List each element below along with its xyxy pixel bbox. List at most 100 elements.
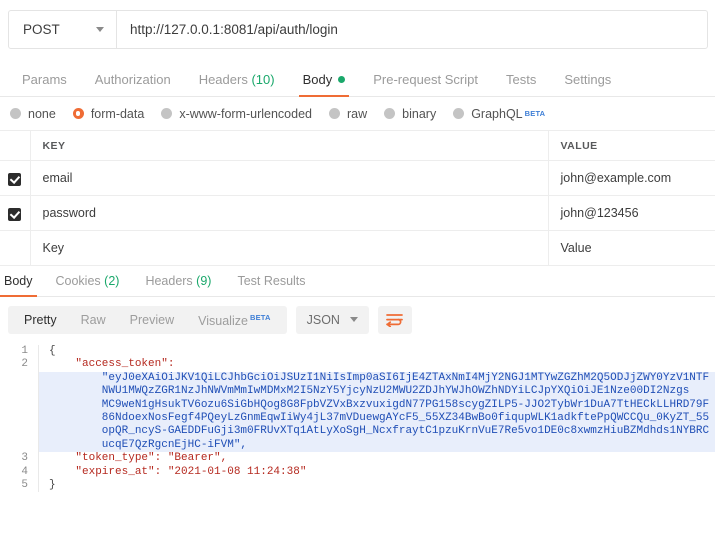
chevron-down-icon [96,27,104,32]
line-number: 2 [0,358,38,371]
code-line-row: 5 } [0,479,715,492]
line-number: 4 [0,466,38,479]
format-visualize[interactable]: VisualizeBETA [186,304,282,335]
table-header-row: KEY VALUE [0,131,715,161]
line-number: 3 [0,452,38,465]
body-type-label: binary [402,107,436,121]
body-type-form-data[interactable]: form-data [73,107,145,121]
row-value-input[interactable]: john@example.com [548,161,715,196]
body-type-radio-group: none form-data x-www-form-urlencoded raw… [0,97,715,131]
new-row-key-input[interactable]: Key [30,231,548,266]
row-key-input[interactable]: password [30,196,548,231]
radio-icon [453,108,464,119]
row-value-input[interactable]: john@123456 [548,196,715,231]
body-type-label: raw [347,107,367,121]
code-line-text: "expires_at": "2021-01-08 11:24:38" [38,466,715,479]
tab-body[interactable]: Body [289,72,360,96]
wrap-text-button[interactable] [378,306,412,334]
code-line-row: NWU1MWQzZGR1NzJhNWVmMmIwMDMxM2I5NzY5Yjcy… [0,385,715,398]
body-type-label: GraphQL [471,107,522,121]
row-key-input[interactable]: email [30,161,548,196]
tab-authorization[interactable]: Authorization [81,72,185,96]
body-type-graphql[interactable]: GraphQL BETA [453,107,545,121]
radio-icon [10,108,21,119]
tab-label: Params [22,72,67,87]
format-label: Pretty [24,313,57,327]
code-line-text: { [38,345,715,358]
tab-params[interactable]: Params [8,72,81,96]
body-type-raw[interactable]: raw [329,107,367,121]
line-number: 1 [0,345,38,358]
body-type-label: form-data [91,107,145,121]
format-preview[interactable]: Preview [118,306,186,334]
body-type-none[interactable]: none [10,107,56,121]
response-tab-test-results[interactable]: Test Results [224,274,318,296]
checkbox-checked-icon[interactable] [8,173,21,186]
tab-count: (9) [196,274,211,288]
tab-settings[interactable]: Settings [550,72,625,96]
format-raw[interactable]: Raw [69,306,118,334]
body-type-binary[interactable]: binary [384,107,436,121]
format-pretty[interactable]: Pretty [12,306,69,334]
tab-count: (2) [104,274,119,288]
code-line-text: } [38,479,715,492]
code-line-text: 86NdoexNosFegf4PQeyLzGnmEqwIiWy4jL37mVDu… [38,412,715,425]
response-tabs: Body Cookies (2) Headers (9) Test Result… [0,266,715,297]
tab-headers[interactable]: Headers (10) [185,72,289,96]
checkbox-checked-icon[interactable] [8,208,21,221]
beta-badge: BETA [250,313,271,322]
tab-label: Authorization [95,72,171,87]
postman-request-response-pane: POST http://127.0.0.1:8081/api/auth/logi… [0,10,715,541]
radio-icon [384,108,395,119]
tab-label: Pre-request Script [373,72,478,87]
response-tab-body[interactable]: Body [0,274,43,296]
response-format-toolbar: Pretty Raw Preview VisualizeBETA JSON [0,297,715,342]
code-line-text: "access_token": [38,358,715,371]
tab-pre-request-script[interactable]: Pre-request Script [359,72,492,96]
tab-label: Body [303,72,333,87]
format-label: Visualize [198,314,248,328]
code-line-row: opQR_ncyS-GAEDDFuGji3m0FRUvXTq1AtLyXoSgH… [0,425,715,438]
row-checkbox-cell-empty[interactable] [0,231,30,266]
http-method-select[interactable]: POST [9,11,117,48]
response-tab-cookies[interactable]: Cookies (2) [43,274,133,296]
row-checkbox-cell[interactable] [0,161,30,196]
response-language-select[interactable]: JSON [296,306,369,334]
table-row: email john@example.com [0,161,715,196]
url-input[interactable]: http://127.0.0.1:8081/api/auth/login [117,11,707,48]
format-tab-group: Pretty Raw Preview VisualizeBETA [8,306,287,334]
response-tab-headers[interactable]: Headers (9) [132,274,224,296]
code-line-row: 86NdoexNosFegf4PQeyLzGnmEqwIiWy4jL37mVDu… [0,412,715,425]
table-header-key: KEY [30,131,548,161]
body-type-label: none [28,107,56,121]
url-bar: POST http://127.0.0.1:8081/api/auth/logi… [8,10,708,49]
tab-label: Cookies [56,274,101,288]
chevron-down-icon [350,317,358,322]
tab-tests[interactable]: Tests [492,72,550,96]
tab-count: (10) [251,72,274,87]
code-line-row: MC9weN1gHsukTV6ozu6SiGbHQog8G8FpbVZVxBxz… [0,399,715,412]
format-label: Raw [81,313,106,327]
http-method-label: POST [23,22,60,37]
request-tabs: Params Authorization Headers (10) Body P… [0,64,715,97]
new-row-value-input[interactable]: Value [548,231,715,266]
code-line-row: 1 { [0,345,715,358]
tab-label: Settings [564,72,611,87]
body-type-x-www-form-urlencoded[interactable]: x-www-form-urlencoded [161,107,312,121]
code-line-row: 3 "token_type": "Bearer", [0,452,715,465]
line-number: 5 [0,479,38,492]
code-line-text: "token_type": "Bearer", [38,452,715,465]
code-line-row: 4 "expires_at": "2021-01-08 11:24:38" [0,466,715,479]
row-checkbox-cell[interactable] [0,196,30,231]
tab-label: Headers [145,274,192,288]
radio-selected-icon [73,108,84,119]
language-label: JSON [307,313,340,327]
table-header-value: VALUE [548,131,715,161]
wrap-text-icon [386,313,403,327]
radio-icon [329,108,340,119]
code-line-text: "eyJ0eXAiOiJKV1QiLCJhbGciOiJSUzI1NiIsImp… [38,372,715,385]
code-line-text: NWU1MWQzZGR1NzJhNWVmMmIwMDMxM2I5NzY5Yjcy… [38,385,715,398]
response-body-code[interactable]: 1 { 2 "access_token": "eyJ0eXAiOiJKV1QiL… [0,342,715,492]
table-header-checkbox [0,131,30,161]
tab-label: Tests [506,72,536,87]
